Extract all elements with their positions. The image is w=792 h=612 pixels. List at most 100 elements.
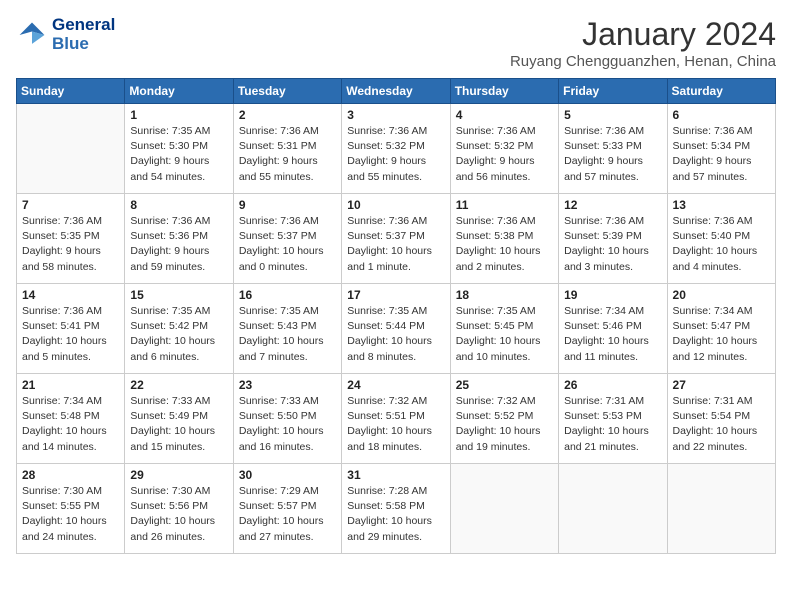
calendar-cell-2-6: 12 Sunrise: 7:36 AM Sunset: 5:39 PM Dayli… [559,194,667,284]
col-sunday: Sunday [17,79,125,104]
calendar-cell-2-4: 10 Sunrise: 7:36 AM Sunset: 5:37 PM Dayli… [342,194,450,284]
calendar-cell-1-3: 2Sunrise: 7:36 AM Sunset: 5:31 PM Daylig… [233,104,341,194]
day-info: Sunrise: 7:28 AM Sunset: 5:58 PM Dayligh… [347,484,444,545]
title-section: January 2024 Ruyang Chengguanzhen, Henan… [510,16,776,70]
week-row-3: 14 Sunrise: 7:36 AM Sunset: 5:41 PM Dayli… [17,284,776,374]
day-info: Sunrise: 7:36 AM Sunset: 5:36 PM Dayligh… [130,214,227,275]
day-number: 27 [673,378,770,392]
day-number: 10 [347,198,444,212]
day-info: Sunrise: 7:31 AM Sunset: 5:53 PM Dayligh… [564,394,661,455]
day-info: Sunrise: 7:36 AM Sunset: 5:37 PM Dayligh… [347,214,444,275]
calendar-cell-5-3: 30 Sunrise: 7:29 AM Sunset: 5:57 PM Dayli… [233,464,341,554]
location-subtitle: Ruyang Chengguanzhen, Henan, China [510,53,776,70]
calendar-cell-4-3: 23Sunrise: 7:33 AM Sunset: 5:50 PM Dayli… [233,374,341,464]
col-saturday: Saturday [667,79,775,104]
calendar-cell-5-6 [559,464,667,554]
day-number: 21 [22,378,119,392]
day-info: Sunrise: 7:36 AM Sunset: 5:39 PM Dayligh… [564,214,661,275]
day-info: Sunrise: 7:35 AM Sunset: 5:30 PM Dayligh… [130,124,227,185]
day-number: 2 [239,108,336,122]
calendar-cell-2-5: 11Sunrise: 7:36 AM Sunset: 5:38 PM Dayli… [450,194,558,284]
day-info: Sunrise: 7:33 AM Sunset: 5:49 PM Dayligh… [130,394,227,455]
day-info: Sunrise: 7:34 AM Sunset: 5:47 PM Dayligh… [673,304,770,365]
day-number: 1 [130,108,227,122]
day-number: 18 [456,288,553,302]
day-number: 24 [347,378,444,392]
day-info: Sunrise: 7:36 AM Sunset: 5:37 PM Dayligh… [239,214,336,275]
day-info: Sunrise: 7:29 AM Sunset: 5:57 PM Dayligh… [239,484,336,545]
month-title: January 2024 [510,16,776,53]
calendar-cell-4-5: 25 Sunrise: 7:32 AM Sunset: 5:52 PM Dayli… [450,374,558,464]
logo: General Blue [16,16,115,53]
calendar-cell-4-7: 27 Sunrise: 7:31 AM Sunset: 5:54 PM Dayli… [667,374,775,464]
day-number: 13 [673,198,770,212]
calendar-cell-4-6: 26 Sunrise: 7:31 AM Sunset: 5:53 PM Dayli… [559,374,667,464]
logo-text: General Blue [52,16,115,53]
day-info: Sunrise: 7:36 AM Sunset: 5:34 PM Dayligh… [673,124,770,185]
calendar-cell-1-6: 5 Sunrise: 7:36 AM Sunset: 5:33 PM Daylig… [559,104,667,194]
day-number: 7 [22,198,119,212]
calendar-cell-5-5 [450,464,558,554]
day-info: Sunrise: 7:31 AM Sunset: 5:54 PM Dayligh… [673,394,770,455]
col-thursday: Thursday [450,79,558,104]
day-number: 30 [239,468,336,482]
day-number: 12 [564,198,661,212]
week-row-4: 21 Sunrise: 7:34 AM Sunset: 5:48 PM Dayli… [17,374,776,464]
calendar-cell-3-5: 18 Sunrise: 7:35 AM Sunset: 5:45 PM Dayli… [450,284,558,374]
day-info: Sunrise: 7:34 AM Sunset: 5:46 PM Dayligh… [564,304,661,365]
day-number: 28 [22,468,119,482]
day-info: Sunrise: 7:36 AM Sunset: 5:41 PM Dayligh… [22,304,119,365]
day-number: 4 [456,108,553,122]
calendar-cell-5-1: 28 Sunrise: 7:30 AM Sunset: 5:55 PM Dayli… [17,464,125,554]
week-row-5: 28 Sunrise: 7:30 AM Sunset: 5:55 PM Dayli… [17,464,776,554]
day-info: Sunrise: 7:33 AM Sunset: 5:50 PM Dayligh… [239,394,336,455]
day-info: Sunrise: 7:35 AM Sunset: 5:44 PM Dayligh… [347,304,444,365]
day-number: 20 [673,288,770,302]
day-number: 25 [456,378,553,392]
day-number: 19 [564,288,661,302]
calendar-cell-2-3: 9Sunrise: 7:36 AM Sunset: 5:37 PM Daylig… [233,194,341,284]
calendar-table: Sunday Monday Tuesday Wednesday Thursday… [16,78,776,554]
calendar-cell-5-2: 29 Sunrise: 7:30 AM Sunset: 5:56 PM Dayli… [125,464,233,554]
day-number: 26 [564,378,661,392]
day-info: Sunrise: 7:35 AM Sunset: 5:45 PM Dayligh… [456,304,553,365]
calendar-cell-4-4: 24 Sunrise: 7:32 AM Sunset: 5:51 PM Dayli… [342,374,450,464]
calendar-cell-3-3: 16 Sunrise: 7:35 AM Sunset: 5:43 PM Dayli… [233,284,341,374]
col-wednesday: Wednesday [342,79,450,104]
calendar-cell-1-1 [17,104,125,194]
calendar-cell-2-7: 13Sunrise: 7:36 AM Sunset: 5:40 PM Dayli… [667,194,775,284]
calendar-cell-1-4: 3Sunrise: 7:36 AM Sunset: 5:32 PM Daylig… [342,104,450,194]
calendar-cell-3-7: 20 Sunrise: 7:34 AM Sunset: 5:47 PM Dayli… [667,284,775,374]
day-number: 5 [564,108,661,122]
col-tuesday: Tuesday [233,79,341,104]
day-info: Sunrise: 7:32 AM Sunset: 5:51 PM Dayligh… [347,394,444,455]
calendar-cell-1-5: 4 Sunrise: 7:36 AM Sunset: 5:32 PM Daylig… [450,104,558,194]
day-info: Sunrise: 7:36 AM Sunset: 5:33 PM Dayligh… [564,124,661,185]
day-info: Sunrise: 7:34 AM Sunset: 5:48 PM Dayligh… [22,394,119,455]
day-info: Sunrise: 7:35 AM Sunset: 5:43 PM Dayligh… [239,304,336,365]
day-number: 29 [130,468,227,482]
day-number: 16 [239,288,336,302]
calendar-cell-5-4: 31 Sunrise: 7:28 AM Sunset: 5:58 PM Dayli… [342,464,450,554]
day-info: Sunrise: 7:36 AM Sunset: 5:32 PM Dayligh… [456,124,553,185]
calendar-cell-1-7: 6 Sunrise: 7:36 AM Sunset: 5:34 PM Daylig… [667,104,775,194]
calendar-cell-4-2: 22Sunrise: 7:33 AM Sunset: 5:49 PM Dayli… [125,374,233,464]
day-number: 17 [347,288,444,302]
calendar-cell-4-1: 21 Sunrise: 7:34 AM Sunset: 5:48 PM Dayli… [17,374,125,464]
calendar-cell-3-2: 15Sunrise: 7:35 AM Sunset: 5:42 PM Dayli… [125,284,233,374]
col-friday: Friday [559,79,667,104]
day-info: Sunrise: 7:30 AM Sunset: 5:55 PM Dayligh… [22,484,119,545]
week-row-1: 1 Sunrise: 7:35 AM Sunset: 5:30 PM Daylig… [17,104,776,194]
col-monday: Monday [125,79,233,104]
day-number: 14 [22,288,119,302]
calendar-cell-2-1: 7 Sunrise: 7:36 AM Sunset: 5:35 PM Daylig… [17,194,125,284]
day-number: 6 [673,108,770,122]
page-header: General Blue January 2024 Ruyang Chenggu… [16,16,776,70]
day-info: Sunrise: 7:36 AM Sunset: 5:35 PM Dayligh… [22,214,119,275]
day-number: 31 [347,468,444,482]
logo-icon [16,19,48,51]
day-info: Sunrise: 7:30 AM Sunset: 5:56 PM Dayligh… [130,484,227,545]
calendar-cell-3-4: 17 Sunrise: 7:35 AM Sunset: 5:44 PM Dayli… [342,284,450,374]
day-info: Sunrise: 7:36 AM Sunset: 5:32 PM Dayligh… [347,124,444,185]
day-info: Sunrise: 7:32 AM Sunset: 5:52 PM Dayligh… [456,394,553,455]
